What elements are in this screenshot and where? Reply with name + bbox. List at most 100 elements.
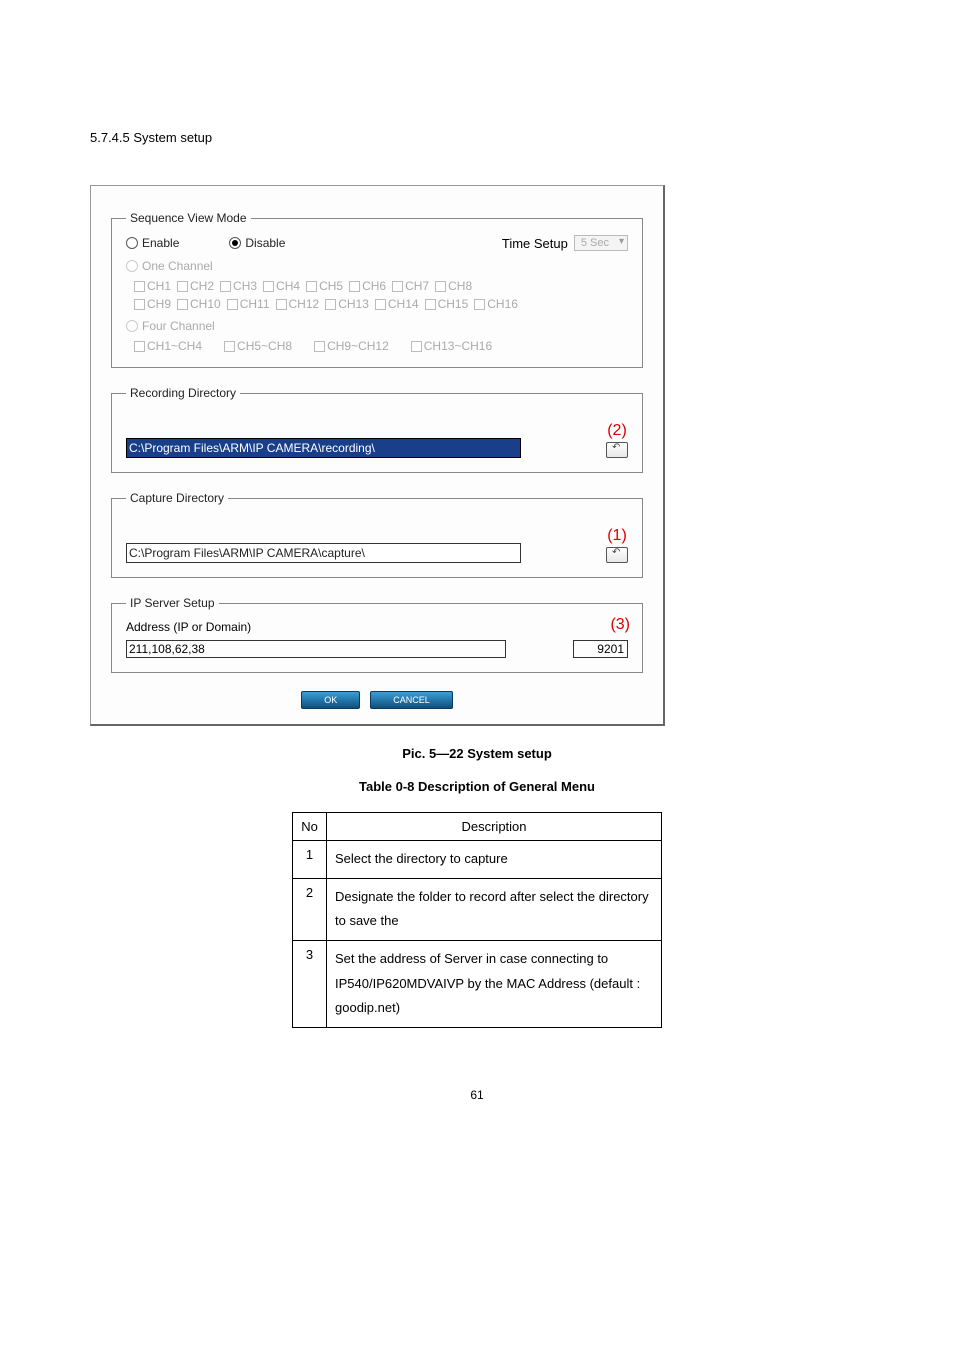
checkbox-icon [474,299,485,310]
checkbox-icon [425,299,436,310]
table-cell-no: 1 [293,841,327,879]
sequence-view-mode-group: Sequence View Mode Enable Disable Time S… [111,211,643,368]
browse-folder-icon[interactable] [606,442,628,458]
four-channel-radio: Four Channel [126,319,215,333]
radio-empty-icon [126,260,138,272]
checkbox-icon [392,281,403,292]
checkbox-icon [177,281,188,292]
channel-checkbox: CH15 [425,297,469,311]
capture-legend: Capture Directory [126,491,228,505]
channel-label: CH4 [276,279,300,293]
radio-empty-icon [126,320,138,332]
annotation-1: (1) [607,527,627,545]
checkbox-icon [411,341,422,352]
ip-address-input[interactable]: 211,108,62,38 [126,640,506,658]
checkbox-icon [227,299,238,310]
channel-label: CH16 [487,297,518,311]
channel-checkbox: CH7 [392,279,429,293]
checkbox-icon [134,281,145,292]
checkbox-icon [276,299,287,310]
channel-checkbox: CH6 [349,279,386,293]
checkbox-icon [220,281,231,292]
channel-checkbox: CH3 [220,279,257,293]
recording-legend: Recording Directory [126,386,240,400]
channel-label: CH13 [338,297,369,311]
table-cell-no: 2 [293,878,327,940]
four-channel-row: CH1~CH4 CH5~CH8 CH9~CH12 CH13~CH16 [134,339,628,353]
checkbox-icon [224,341,235,352]
table-cell-desc: Select the directory to capture [327,841,662,879]
cancel-button[interactable]: CANCEL [370,691,453,709]
channel-label: CH5~CH8 [237,339,292,353]
table-row: 2Designate the folder to record after se… [293,878,662,940]
recording-path-input[interactable]: C:\Program Files\ARM\IP CAMERA\recording… [126,438,521,458]
ip-port-input[interactable]: 9201 [573,640,628,658]
enable-radio[interactable]: Enable [126,236,179,250]
checkbox-icon [375,299,386,310]
ip-server-setup-group: IP Server Setup (3) Address (IP or Domai… [111,596,643,673]
channel-label: CH6 [362,279,386,293]
channel-label: CH1 [147,279,171,293]
checkbox-icon [349,281,360,292]
time-setup-select[interactable]: 5 Sec [574,235,628,251]
disable-label: Disable [245,236,285,250]
checkbox-icon [177,299,188,310]
channel-checkbox: CH13 [325,297,369,311]
table-row: 1Select the directory to capture [293,841,662,879]
one-channel-radio: One Channel [126,259,213,273]
recording-directory-group: Recording Directory C:\Program Files\ARM… [111,386,643,473]
annotation-3: (3) [610,616,630,634]
table-cell-desc: Designate the folder to record after sel… [327,878,662,940]
channel-label: CH15 [438,297,469,311]
checkbox-icon [435,281,446,292]
channel-checkbox: CH9 [134,297,171,311]
channel-checkbox: CH5 [306,279,343,293]
table-header-no: No [293,813,327,841]
checkbox-icon [314,341,325,352]
channel-checkbox: CH14 [375,297,419,311]
channel-checkbox: CH12 [276,297,320,311]
table-caption: Table 0-8 Description of General Menu [90,779,864,794]
one-channel-label: One Channel [142,259,213,273]
channel-checkbox: CH8 [435,279,472,293]
channel-label: CH13~CH16 [424,339,492,353]
channel-checkbox: CH11 [227,297,270,311]
page-number: 61 [90,1088,864,1102]
annotation-2: (2) [607,422,627,440]
channel-checkbox: CH1 [134,279,171,293]
system-setup-dialog: Sequence View Mode Enable Disable Time S… [90,185,665,726]
table-header-desc: Description [327,813,662,841]
channel-label: CH8 [448,279,472,293]
channel-checkbox: CH13~CH16 [411,339,492,353]
radio-checked-icon [229,237,241,249]
checkbox-icon [306,281,317,292]
channel-checkbox: CH4 [263,279,300,293]
channel-label: CH9~CH12 [327,339,389,353]
channel-label: CH2 [190,279,214,293]
channel-label: CH11 [240,297,270,311]
channel-label: CH1~CH4 [147,339,202,353]
channel-checkbox: CH2 [177,279,214,293]
capture-path-input[interactable]: C:\Program Files\ARM\IP CAMERA\capture\ [126,543,521,563]
sequence-legend: Sequence View Mode [126,211,251,225]
ipserver-legend: IP Server Setup [126,596,219,610]
table-cell-no: 3 [293,941,327,1028]
channel-label: CH5 [319,279,343,293]
description-table: No Description 1Select the directory to … [292,812,662,1028]
disable-radio[interactable]: Disable [229,236,285,250]
checkbox-icon [134,341,145,352]
channel-row-2: CH9 CH10 CH11 CH12 CH13 CH14 CH15 CH16 [134,297,628,311]
channel-checkbox: CH1~CH4 [134,339,202,353]
browse-folder-icon[interactable] [606,547,628,563]
figure-caption: Pic. 5―22 System setup [90,746,864,761]
channel-label: CH10 [190,297,221,311]
table-cell-desc: Set the address of Server in case connec… [327,941,662,1028]
capture-directory-group: Capture Directory C:\Program Files\ARM\I… [111,491,643,578]
channel-row-1: CH1 CH2 CH3 CH4 CH5 CH6 CH7 CH8 [134,279,628,293]
ok-button[interactable]: OK [301,691,360,709]
enable-label: Enable [142,236,179,250]
channel-label: CH7 [405,279,429,293]
channel-checkbox: CH5~CH8 [224,339,292,353]
checkbox-icon [325,299,336,310]
table-row: 3Set the address of Server in case conne… [293,941,662,1028]
